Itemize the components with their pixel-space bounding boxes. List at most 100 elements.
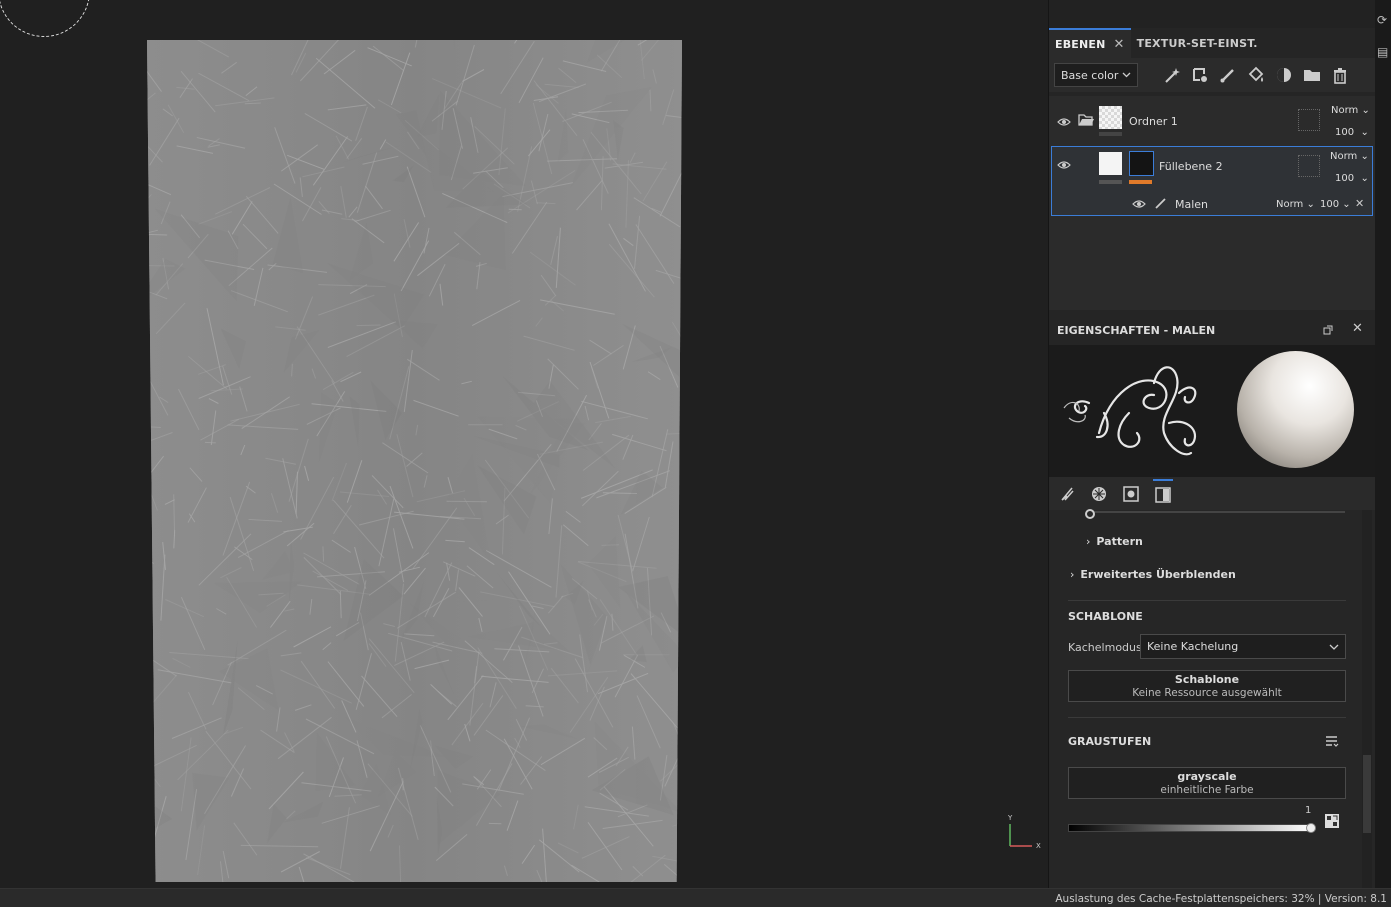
- tiling-mode-label: Kachelmodus: [1068, 641, 1142, 654]
- eye-icon[interactable]: [1132, 199, 1146, 209]
- scrollbar-thumb[interactable]: [1363, 755, 1371, 833]
- grayscale-resource-value: einheitliche Farbe: [1160, 784, 1254, 796]
- layer-row-fill-selected[interactable]: Füllebene 2 Norm ⌄ 100 ⌄ Malen Norm ⌄ 10…: [1051, 146, 1373, 216]
- channel-select[interactable]: Base color: [1054, 63, 1138, 87]
- properties-title: EIGENSCHAFTEN - MALEN: [1057, 323, 1216, 337]
- close-icon[interactable]: ✕: [1352, 321, 1363, 336]
- layer-list: Ordner 1 Norm ⌄ 100 ⌄ Füllebene 2 Norm ⌄…: [1049, 96, 1376, 310]
- channel-select-value: Base color: [1061, 68, 1119, 82]
- status-bar: Auslastung des Cache-Festplattenspeicher…: [0, 888, 1391, 907]
- trash-icon[interactable]: [1330, 66, 1349, 85]
- layer-name[interactable]: Füllebene 2: [1159, 160, 1223, 173]
- gradient-icon: [1155, 486, 1171, 503]
- chevron-down-icon: [1329, 644, 1339, 650]
- eye-icon[interactable]: [1057, 117, 1071, 127]
- stencil-section-title: SCHABLONE: [1068, 610, 1143, 623]
- blend-mode[interactable]: Norm ⌄: [1331, 105, 1370, 116]
- folder-open-icon[interactable]: [1078, 112, 1094, 128]
- pattern-row[interactable]: › Pattern: [1086, 535, 1143, 548]
- layer-thumbnail: [1099, 152, 1122, 175]
- status-text: Auslastung des Cache-Festplattenspeicher…: [1055, 893, 1387, 905]
- tab-layers[interactable]: EBENEN ✕: [1049, 28, 1131, 58]
- tiling-mode-dropdown[interactable]: Keine Kachelung: [1140, 634, 1346, 659]
- layers-toolbar: Base color: [1049, 58, 1375, 92]
- layer-name[interactable]: Ordner 1: [1129, 115, 1178, 128]
- blend-mode[interactable]: Norm ⌄: [1330, 151, 1369, 162]
- grayscale-resource-button[interactable]: grayscale einheitliche Farbe: [1068, 767, 1346, 799]
- magic-wand-icon[interactable]: [1162, 66, 1181, 85]
- advanced-blend-row[interactable]: › Erweitertes Überblenden: [1070, 568, 1236, 581]
- grayscale-resource-title: grayscale: [1177, 770, 1237, 783]
- layers-tabbar: EBENEN ✕ TEXTUR-SET-EINST.: [1049, 28, 1375, 58]
- tab-stencil[interactable]: [1153, 478, 1173, 509]
- chevron-right-icon: ›: [1086, 535, 1091, 548]
- grayscale-slider-handle[interactable]: [1306, 823, 1316, 833]
- close-icon[interactable]: ✕: [1114, 37, 1125, 52]
- undock-icon[interactable]: [1323, 325, 1333, 335]
- chevron-down-icon: [1122, 72, 1131, 78]
- stencil-resource-title: Schablone: [1174, 673, 1240, 686]
- crack-pattern: [147, 40, 682, 882]
- brush-preview: [1049, 345, 1376, 477]
- mask-thumbnail-bar: [1129, 180, 1152, 184]
- brush-icon: [1061, 487, 1074, 501]
- divider: [1068, 717, 1346, 718]
- mask-thumbnail[interactable]: [1129, 151, 1154, 176]
- effect-opacity[interactable]: 100 ⌄: [1320, 199, 1351, 210]
- layer-thumbnail-bar: [1099, 132, 1122, 136]
- tab-texture-set-label: TEXTUR-SET-EINST.: [1136, 36, 1258, 50]
- grayscale-value: 1: [1305, 805, 1312, 816]
- texture-plane[interactable]: [147, 40, 682, 882]
- layer-opacity[interactable]: 100 ⌄: [1335, 127, 1369, 138]
- tab-mask[interactable]: [1121, 479, 1141, 509]
- brush-cursor: [0, 0, 90, 37]
- divider: [1068, 600, 1346, 601]
- effect-blend-mode[interactable]: Norm ⌄: [1276, 199, 1315, 210]
- menu-icon[interactable]: [1325, 735, 1339, 748]
- side-toolbar-strip: ⟳ ▤: [1375, 0, 1391, 888]
- fill-layer-icon[interactable]: [1246, 66, 1265, 85]
- mask-icon: [1123, 485, 1139, 502]
- layer-row-folder[interactable]: Ordner 1 Norm ⌄ 100 ⌄: [1051, 100, 1373, 146]
- effect-name[interactable]: Malen: [1175, 198, 1208, 211]
- tab-layers-label: EBENEN: [1055, 37, 1106, 51]
- mask-icon[interactable]: [1274, 66, 1293, 85]
- eye-icon[interactable]: [1057, 160, 1071, 170]
- folder-icon[interactable]: [1302, 66, 1321, 85]
- mask-slot[interactable]: [1298, 155, 1320, 177]
- paint-layer-icon[interactable]: [1218, 66, 1237, 85]
- slider-handle[interactable]: [1085, 509, 1095, 519]
- layer-opacity[interactable]: 100 ⌄: [1335, 173, 1369, 184]
- effect-row-paint[interactable]: Malen Norm ⌄ 100 ⌄ ✕: [1052, 193, 1372, 215]
- 3d-viewport[interactable]: Y X: [0, 0, 1048, 888]
- tab-material[interactable]: [1089, 479, 1109, 509]
- close-icon[interactable]: ✕: [1355, 197, 1364, 210]
- tab-texture-set-settings[interactable]: TEXTUR-SET-EINST.: [1131, 28, 1264, 58]
- axis-gizmo: Y X: [1007, 814, 1041, 850]
- axis-x-label: X: [1036, 842, 1041, 850]
- stencil-resource-value: Keine Ressource ausgewählt: [1132, 687, 1282, 699]
- properties-tabs: [1049, 477, 1376, 510]
- slider-track[interactable]: [1086, 511, 1345, 513]
- mask-slot[interactable]: [1298, 109, 1320, 131]
- add-effect-icon[interactable]: [1190, 66, 1209, 85]
- properties-scrollbar[interactable]: [1362, 510, 1372, 888]
- brush-stroke-preview: [1063, 366, 1197, 456]
- properties-header: EIGENSCHAFTEN - MALEN ✕: [1049, 316, 1376, 344]
- tab-brush[interactable]: [1057, 479, 1077, 509]
- properties-body: › Pattern › Erweitertes Überblenden SCHABL…: [1049, 509, 1376, 888]
- grayscale-section-title: GRAUSTUFEN: [1068, 735, 1152, 748]
- stencil-resource-button[interactable]: Schablone Keine Ressource ausgewählt: [1068, 670, 1346, 702]
- layer-thumbnail-bar: [1099, 180, 1122, 184]
- refresh-icon[interactable]: ⟳: [1377, 14, 1389, 26]
- paint-brush-icon: [1155, 198, 1166, 209]
- right-panel: EBENEN ✕ TEXTUR-SET-EINST. Base color Or…: [1048, 0, 1376, 888]
- axis-y-label: Y: [1007, 814, 1013, 822]
- log-icon[interactable]: ▤: [1377, 46, 1389, 58]
- grayscale-slider[interactable]: [1068, 824, 1312, 832]
- pick-color-icon[interactable]: [1324, 813, 1340, 829]
- material-sphere-preview: [1237, 351, 1354, 468]
- tiling-mode-value: Keine Kachelung: [1147, 640, 1239, 653]
- panel-top-spacer: [1049, 0, 1375, 28]
- chevron-right-icon: ›: [1070, 568, 1075, 581]
